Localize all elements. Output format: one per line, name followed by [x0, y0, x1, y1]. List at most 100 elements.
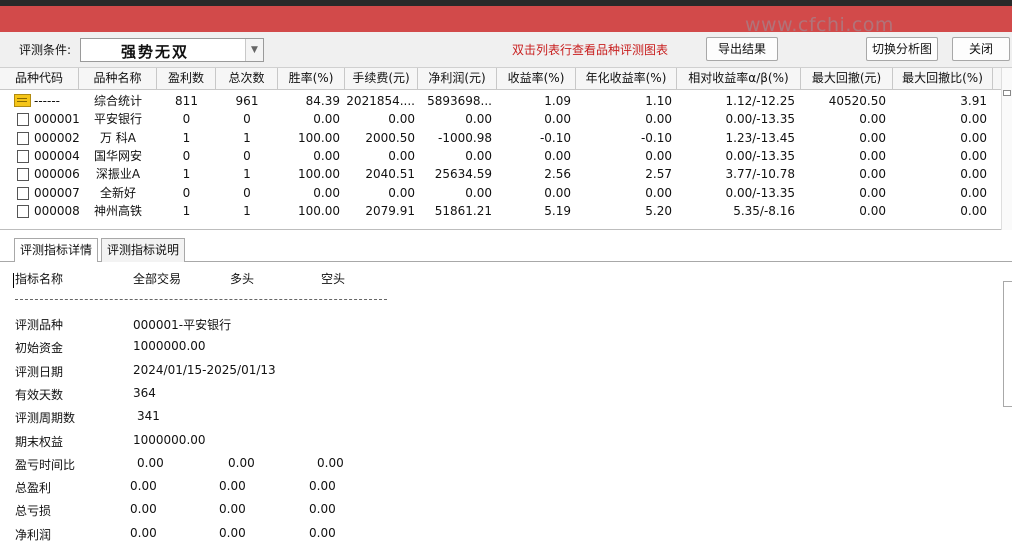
stat-value-long: 0.00	[228, 455, 255, 470]
table-cell: 0.00	[645, 148, 672, 163]
tab-description[interactable]: 评测指标说明	[101, 238, 186, 262]
condition-label: 评测条件:	[19, 43, 72, 57]
table-cell: 0.00	[465, 185, 492, 200]
table-cell: 0.00	[388, 112, 415, 127]
table-row[interactable]: 000002 万 科A 1 1 100.00 2000.50 -1000.98 -0.10 -0…	[0, 129, 1001, 147]
table-cell: 1	[243, 167, 251, 182]
table-cell: 000006	[34, 167, 80, 182]
detail-label: 评测日期	[15, 364, 64, 379]
detail-header-name: 指标名称	[15, 272, 64, 286]
table-cell: 000002	[34, 130, 80, 145]
text-caret	[13, 273, 14, 288]
table-cell: 000004	[34, 148, 80, 163]
column-header[interactable]: 净利润(元)	[418, 68, 497, 90]
table-cell: 5.35/-8.16	[733, 203, 795, 218]
table-cell: 0.00	[859, 112, 886, 127]
table-cell: 25634.59	[434, 167, 492, 182]
table-cell: 0.00/-13.35	[725, 112, 795, 127]
close-button[interactable]: 关闭	[952, 37, 1010, 61]
stat-label: 总盈利	[15, 481, 52, 496]
detail-scrollbar[interactable]	[1003, 281, 1012, 407]
table-cell: 1	[182, 203, 191, 218]
stat-value-long: 0.00	[219, 479, 246, 494]
table-cell: 0.00	[388, 185, 415, 200]
table-cell: 0	[182, 112, 191, 127]
table-cell: 2.56	[544, 167, 571, 182]
tab-detail[interactable]: 评测指标详情	[14, 238, 99, 263]
document-icon	[17, 186, 29, 200]
table-cell: 100.00	[298, 167, 340, 182]
condition-select[interactable]: 强势无双 ▼	[80, 38, 264, 62]
table-cell: 0	[182, 148, 191, 163]
column-header[interactable]: 最大回撤(元)	[801, 68, 893, 90]
column-header[interactable]: 胜率(%)	[278, 68, 345, 90]
table-cell: 0.00	[960, 148, 987, 163]
detail-panel: 指标名称 全部交易 多头 空头 评测品种 000001-平安银行 初始资金 10000…	[0, 262, 1012, 546]
table-row[interactable]: ------ 综合统计 811 961 84.39 2021854.... 5893698.…	[0, 92, 1001, 110]
table-cell: 3.91	[960, 94, 987, 108]
table-cell: 0.00	[960, 130, 987, 145]
table-row[interactable]: 000007 全新好 0 0 0.00 0.00 0.00 0.00 0.00 0.00/-13.…	[0, 184, 1001, 202]
column-header[interactable]: 手续费(元)	[345, 68, 418, 90]
window-top-strip	[0, 0, 1012, 6]
table-row[interactable]: 000004 国华网安 0 0 0.00 0.00 0.00 0.00 0.00 0.00/-13…	[0, 147, 1001, 165]
results-table[interactable]: 品种代码 品种名称 盈利数 总次数 胜率(%) 手续费(元) 净利润(元) 收益…	[0, 68, 1001, 230]
column-header[interactable]: 品种代码	[0, 68, 79, 90]
document-icon	[17, 113, 29, 127]
column-header[interactable]: 最大回撤比(%)	[893, 68, 993, 90]
stat-label: 总亏损	[15, 504, 52, 519]
table-scrollbar[interactable]	[1001, 68, 1012, 230]
table-cell: 000007	[34, 185, 80, 200]
divider	[15, 299, 387, 300]
table-cell: 0.00	[465, 148, 492, 163]
detail-label: 评测周期数	[15, 411, 76, 426]
column-header[interactable]: 相对收益率α/β(%)	[677, 68, 801, 90]
column-header[interactable]: 收益率(%)	[497, 68, 576, 90]
column-header[interactable]: 年化收益率(%)	[576, 68, 677, 90]
stat-value-all: 0.00	[130, 479, 157, 494]
table-cell: 0.00	[465, 112, 492, 127]
table-cell: 0.00	[960, 185, 987, 200]
table-row[interactable]: 000006 深振业A 1 1 100.00 2040.51 25634.59 2.56 2.5…	[0, 165, 1001, 183]
column-header[interactable]: 品种名称	[79, 68, 157, 90]
table-cell: 0	[243, 148, 251, 163]
table-cell: 000001	[34, 112, 80, 127]
table-cell: 0.00	[645, 185, 672, 200]
table-cell: 0.00/-13.35	[725, 148, 795, 163]
folder-icon	[14, 94, 31, 107]
detail-value: 1000000.00	[133, 432, 206, 447]
detail-header-long: 多头	[230, 272, 255, 286]
table-cell: 5893698...	[427, 94, 492, 108]
table-header: 品种代码 品种名称 盈利数 总次数 胜率(%) 手续费(元) 净利润(元) 收益…	[0, 68, 1001, 90]
table-cell: 2000.50	[365, 130, 415, 145]
chevron-down-icon[interactable]: ▼	[245, 39, 263, 61]
table-cell: 0.00	[544, 185, 571, 200]
table-row[interactable]: 000008 神州高铁 1 1 100.00 2079.91 51861.21 5.19 5.2…	[0, 202, 1001, 220]
column-header[interactable]: 总次数	[216, 68, 278, 90]
export-button[interactable]: 导出结果	[706, 37, 778, 61]
table-cell: 0.00	[859, 185, 886, 200]
stat-value-short: 0.00	[309, 502, 336, 517]
table-row[interactable]: 000001 平安银行 0 0 0.00 0.00 0.00 0.00 0.00 0.00/-13…	[0, 110, 1001, 128]
table-cell: 100.00	[298, 130, 340, 145]
table-cell: -0.10	[640, 130, 672, 145]
detail-value: 341	[137, 409, 160, 424]
table-cell: 1.10	[645, 94, 672, 108]
table-cell: 0	[243, 112, 251, 127]
table-cell: 2021854....	[346, 94, 415, 108]
table-cell: 811	[175, 94, 198, 108]
table-cell: -0.10	[539, 130, 571, 145]
table-cell: 5.19	[544, 203, 571, 218]
table-cell: 0.00	[960, 203, 987, 218]
scrollbar-thumb[interactable]	[1003, 90, 1011, 96]
stat-value-long: 0.00	[219, 502, 246, 517]
switch-chart-button[interactable]: 切换分析图	[866, 37, 938, 61]
table-cell: -1000.98	[438, 130, 492, 145]
document-icon	[17, 131, 29, 145]
stat-value-short: 0.00	[309, 479, 336, 494]
column-header[interactable]: 盈利数	[157, 68, 216, 90]
table-cell: 国华网安	[93, 148, 142, 163]
table-cell: 0.00	[544, 112, 571, 127]
table-cell: 深振业A	[95, 167, 141, 182]
table-cell: 0.00	[960, 167, 987, 182]
